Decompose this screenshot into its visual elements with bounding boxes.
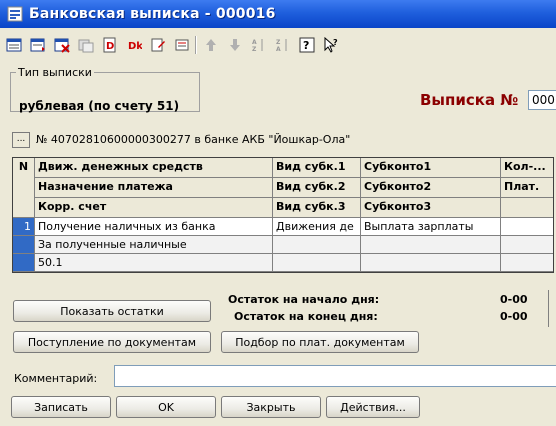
sort-asc-icon[interactable]: AZ	[249, 35, 269, 55]
row-number-cell-2[interactable]	[13, 236, 35, 254]
opening-balance-value: 0-00	[500, 293, 528, 306]
move-up-icon[interactable]	[201, 35, 221, 55]
operations-table[interactable]: N Движ. денежных средств Назначение плат…	[12, 157, 554, 273]
debit-icon[interactable]: D	[100, 35, 120, 55]
svg-text:Z: Z	[276, 39, 281, 46]
account-text: № 40702810600000300277 в банке АКБ "Йошк…	[36, 133, 351, 146]
toolbar-separator	[195, 36, 197, 54]
move-down-icon[interactable]	[225, 35, 245, 55]
column-header-subconto-3[interactable]: Субконто3	[361, 198, 501, 218]
receipt-by-documents-button[interactable]: Поступление по документам	[13, 331, 211, 353]
table-cell-cash-flow[interactable]: Получение наличных из банка	[35, 218, 273, 236]
new-row-icon[interactable]	[4, 35, 24, 55]
comment-label: Комментарий:	[14, 372, 98, 385]
column-header-extra[interactable]	[501, 198, 553, 218]
svg-text:D: D	[106, 41, 114, 52]
column-header-n[interactable]: N	[13, 158, 35, 218]
bank-statement-window: Банковская выписка - 000016 D Dk A Z Z A…	[0, 0, 556, 426]
column-header-subconto-type-3[interactable]: Вид субк.3	[273, 198, 361, 218]
window-title: Банковская выписка - 000016	[29, 6, 276, 22]
table-cell-extra[interactable]	[501, 254, 553, 272]
context-help-icon[interactable]: ?	[321, 35, 341, 55]
column-header-subconto-type-2[interactable]: Вид субк.2	[273, 178, 361, 198]
table-cell-quantity[interactable]	[501, 218, 553, 236]
actions-button[interactable]: Действия...	[326, 396, 420, 418]
column-header-subconto-type-1[interactable]: Вид субк.1	[273, 158, 361, 178]
insert-row-icon[interactable]	[28, 35, 48, 55]
ok-button[interactable]: OK	[116, 396, 216, 418]
table-cell-payment[interactable]	[501, 236, 553, 254]
opening-balance-label: Остаток на начало дня:	[228, 293, 380, 306]
column-header-quantity[interactable]: Кол-...	[501, 158, 553, 178]
column-header-corr-account[interactable]: Корр. счет	[35, 198, 273, 218]
account-select-button[interactable]: ...	[12, 132, 30, 148]
edit-doc-icon[interactable]	[148, 35, 168, 55]
table-cell-subconto-type-3[interactable]	[273, 254, 361, 272]
column-header-payment[interactable]: Плат.	[501, 178, 553, 198]
column-header-purpose[interactable]: Назначение платежа	[35, 178, 273, 198]
table-cell-subconto-type-2[interactable]	[273, 236, 361, 254]
column-header-subconto-2[interactable]: Субконто2	[361, 178, 501, 198]
delete-row-icon[interactable]	[52, 35, 72, 55]
app-icon	[7, 6, 23, 22]
copy-row-icon[interactable]	[76, 35, 96, 55]
table-cell-subconto-type-1[interactable]: Движения де	[273, 218, 361, 236]
table-cell-purpose[interactable]: За полученные наличные	[35, 236, 273, 254]
row-number-cell[interactable]: 1	[13, 218, 35, 236]
table-cell-subconto-3[interactable]	[361, 254, 501, 272]
credit-icon[interactable]: Dk	[124, 35, 144, 55]
svg-text:A: A	[252, 39, 257, 46]
table-cell-corr-account[interactable]: 50.1	[35, 254, 273, 272]
title-bar[interactable]: Банковская выписка - 000016	[0, 0, 556, 28]
statement-type-value: рублевая (по счету 51)	[19, 99, 180, 113]
show-balances-button[interactable]: Показать остатки	[13, 300, 211, 322]
statement-number-input[interactable]: 000	[528, 90, 556, 110]
statement-type-group: Тип выписки рублевая (по счету 51)	[10, 66, 200, 113]
svg-text:?: ?	[303, 39, 309, 52]
balance-divider-2	[548, 307, 549, 327]
svg-text:Z: Z	[252, 46, 257, 53]
comment-input[interactable]	[114, 365, 556, 387]
table-cell-subconto-1[interactable]: Выплата зарплаты	[361, 218, 501, 236]
save-button[interactable]: Записать	[11, 396, 111, 418]
table-cell-subconto-2[interactable]	[361, 236, 501, 254]
sort-desc-icon[interactable]: ZA	[273, 35, 293, 55]
settings-icon[interactable]	[172, 35, 192, 55]
svg-text:A: A	[276, 46, 281, 53]
svg-text:Dk: Dk	[128, 41, 142, 52]
toolbar: D Dk AZ ZA ? ?	[0, 32, 556, 58]
column-header-cash-flow[interactable]: Движ. денежных средств	[35, 158, 273, 178]
closing-balance-value: 0-00	[500, 310, 528, 323]
closing-balance-label: Остаток на конец дня:	[234, 310, 378, 323]
close-button[interactable]: Закрыть	[221, 396, 321, 418]
help-icon[interactable]: ?	[297, 35, 317, 55]
statement-number-label: Выписка №	[420, 91, 519, 109]
row-number-cell-3[interactable]	[13, 254, 35, 272]
svg-text:?: ?	[333, 38, 338, 47]
column-header-subconto-1[interactable]: Субконто1	[361, 158, 501, 178]
select-by-payment-docs-button[interactable]: Подбор по плат. документам	[221, 331, 419, 353]
statement-type-legend: Тип выписки	[18, 66, 92, 79]
